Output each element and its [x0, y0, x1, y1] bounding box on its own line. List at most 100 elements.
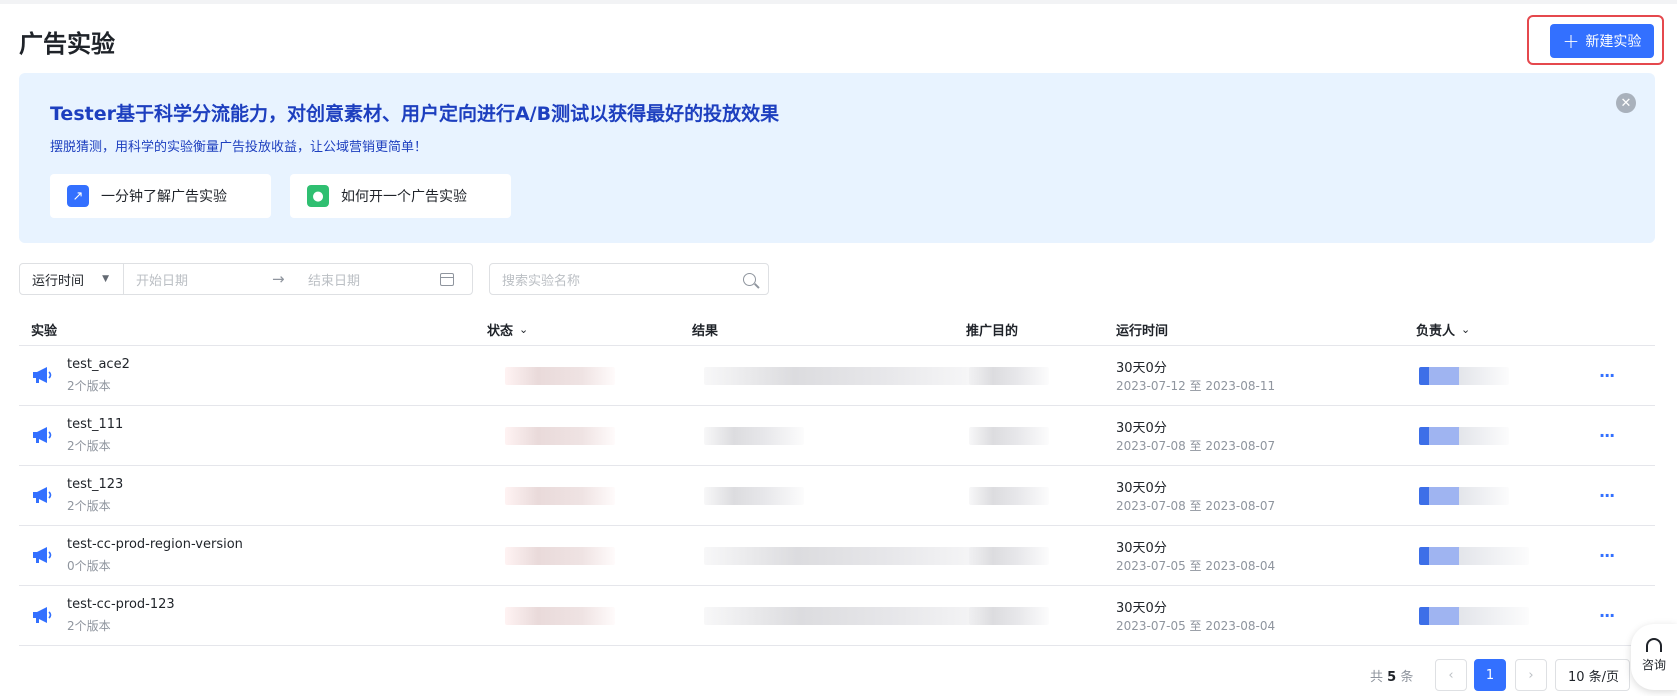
time-type-select[interactable]: 运行时间 ▼: [20, 264, 124, 294]
result-value-blurred: [704, 367, 1004, 385]
table-row[interactable]: test_111 2个版本 30天0分 2023-07-08 至 2023-08…: [19, 406, 1655, 466]
table-row[interactable]: test_123 2个版本 30天0分 2023-07-08 至 2023-08…: [19, 466, 1655, 526]
run-range: 2023-07-05 至 2023-08-04: [1116, 559, 1276, 573]
col-result: 结果: [692, 320, 718, 339]
total-number: 5: [1387, 670, 1397, 685]
status-value-blurred: [505, 487, 615, 505]
more-icon[interactable]: ···: [1599, 606, 1615, 625]
run-range: 2023-07-08 至 2023-08-07: [1116, 499, 1276, 513]
col-experiment: 实验: [31, 320, 57, 339]
intro-banner: Tester基于科学分流能力，对创意素材、用户定向进行A/B测试以获得最好的投放…: [19, 73, 1655, 243]
col-status[interactable]: 状态 ⌄: [487, 320, 528, 339]
experiment-name[interactable]: test_123: [67, 477, 123, 492]
search-placeholder: 搜索实验名称: [502, 273, 581, 289]
date-filter: 运行时间 ▼ 开始日期 → 结束日期: [19, 263, 473, 295]
banner-title: Tester基于科学分流能力，对创意素材、用户定向进行A/B测试以获得最好的投放…: [50, 103, 780, 125]
run-duration: 30天0分: [1116, 361, 1167, 376]
result-value-blurred: [704, 427, 804, 445]
megaphone-icon: [33, 547, 52, 563]
new-experiment-label: 新建实验: [1585, 34, 1642, 50]
run-duration: 30天0分: [1116, 601, 1167, 616]
owner-value-blurred: [1419, 427, 1509, 445]
total-suffix: 条: [1400, 670, 1414, 685]
run-duration: 30天0分: [1116, 541, 1167, 556]
result-value-blurred: [704, 487, 804, 505]
next-page-button[interactable]: ›: [1515, 659, 1547, 691]
experiment-table: 实验 状态 ⌄ 结果 推广目的 运行时间 负责人 ⌄ test_ace2 2个版…: [19, 310, 1655, 646]
owner-value-blurred: [1419, 487, 1509, 505]
result-value-blurred: [704, 547, 1014, 565]
more-icon[interactable]: ···: [1599, 366, 1615, 385]
end-date-input[interactable]: 结束日期: [298, 270, 438, 289]
purpose-value-blurred: [969, 427, 1049, 445]
experiment-versions: 2个版本: [67, 439, 111, 453]
table-row[interactable]: test-cc-prod-region-version 0个版本 30天0分 2…: [19, 526, 1655, 586]
owner-value-blurred: [1419, 547, 1529, 565]
more-icon[interactable]: ···: [1599, 546, 1615, 565]
status-value-blurred: [505, 367, 615, 385]
experiment-versions: 2个版本: [67, 379, 111, 393]
col-purpose: 推广目的: [966, 320, 1018, 339]
close-icon[interactable]: ✕: [1616, 93, 1636, 113]
total-count: 共 5 条: [1370, 666, 1413, 696]
more-icon[interactable]: ···: [1599, 426, 1615, 445]
consult-label: 咨询: [1641, 658, 1666, 672]
lightbulb-icon: ●: [307, 185, 329, 207]
experiment-name[interactable]: test_111: [67, 417, 123, 432]
experiment-versions: 2个版本: [67, 619, 111, 633]
table-row[interactable]: test_ace2 2个版本 30天0分 2023-07-12 至 2023-0…: [19, 346, 1655, 406]
chevron-down-icon[interactable]: ⌄: [1461, 323, 1470, 336]
new-experiment-button[interactable]: + 新建实验: [1550, 24, 1654, 58]
experiment-name[interactable]: test-cc-prod-region-version: [67, 537, 243, 552]
consult-float-button[interactable]: 咨询: [1631, 624, 1677, 690]
status-value-blurred: [505, 427, 615, 445]
chevron-down-icon[interactable]: ⌄: [519, 323, 528, 336]
prev-page-button[interactable]: ‹: [1435, 659, 1467, 691]
caret-down-icon: ▼: [102, 274, 109, 284]
page-title: 广告实验: [19, 30, 115, 58]
banner-card-intro-video[interactable]: ↗ 一分钟了解广告实验: [50, 174, 271, 218]
headset-icon: [1646, 638, 1662, 652]
status-value-blurred: [505, 547, 615, 565]
col-experiment-label: 实验: [31, 324, 58, 339]
plus-icon: +: [1562, 29, 1580, 53]
start-date-input[interactable]: 开始日期: [124, 270, 272, 289]
run-range: 2023-07-08 至 2023-08-07: [1116, 439, 1276, 453]
page-size-select[interactable]: 10 条/页: [1555, 659, 1630, 691]
chart-trend-icon: ↗: [67, 185, 89, 207]
experiment-versions: 2个版本: [67, 499, 111, 513]
owner-value-blurred: [1419, 607, 1529, 625]
experiment-name[interactable]: test_ace2: [67, 357, 130, 372]
megaphone-icon: [33, 427, 52, 443]
table-row[interactable]: test-cc-prod-123 2个版本 30天0分 2023-07-05 至…: [19, 586, 1655, 646]
top-divider: [0, 0, 1677, 4]
search-input[interactable]: 搜索实验名称: [489, 263, 769, 295]
run-range: 2023-07-12 至 2023-08-11: [1116, 379, 1276, 393]
col-owner-label: 负责人: [1416, 324, 1456, 339]
search-icon[interactable]: [743, 272, 756, 286]
arrow-right-icon: →: [272, 270, 285, 288]
megaphone-icon: [33, 487, 52, 503]
status-value-blurred: [505, 607, 615, 625]
time-type-value: 运行时间: [32, 273, 85, 289]
calendar-icon[interactable]: [440, 272, 454, 286]
banner-card-how-to[interactable]: ● 如何开一个广告实验: [290, 174, 511, 218]
col-owner[interactable]: 负责人 ⌄: [1416, 320, 1470, 339]
col-status-label: 状态: [487, 324, 514, 339]
col-result-label: 结果: [692, 324, 719, 339]
run-duration: 30天0分: [1116, 481, 1167, 496]
megaphone-icon: [33, 367, 52, 383]
purpose-value-blurred: [969, 547, 1049, 565]
table-header: 实验 状态 ⌄ 结果 推广目的 运行时间 负责人 ⌄: [19, 310, 1655, 346]
total-prefix: 共: [1370, 670, 1384, 685]
more-icon[interactable]: ···: [1599, 486, 1615, 505]
purpose-value-blurred: [969, 487, 1049, 505]
banner-subtitle: 摆脱猜测，用科学的实验衡量广告投放收益，让公域营销更简单！: [50, 140, 428, 155]
purpose-value-blurred: [969, 367, 1049, 385]
experiment-versions: 0个版本: [67, 559, 111, 573]
col-purpose-label: 推广目的: [966, 324, 1019, 339]
banner-card-label: 一分钟了解广告实验: [101, 189, 227, 205]
experiment-name[interactable]: test-cc-prod-123: [67, 597, 175, 612]
col-run-time: 运行时间: [1116, 320, 1168, 339]
page-1-button[interactable]: 1: [1474, 659, 1506, 691]
